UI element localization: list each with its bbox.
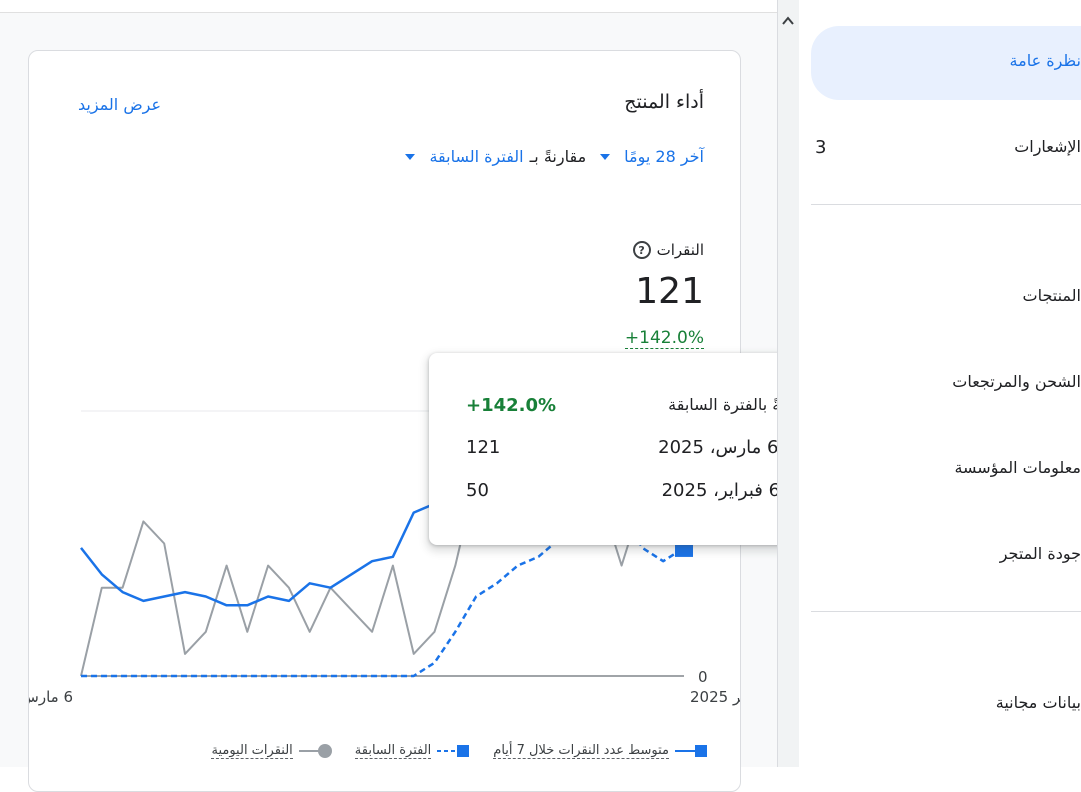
sidebar-item-products[interactable]: المنتجات	[1023, 286, 1081, 305]
sidebar-item-store-quality[interactable]: جودة المتجر	[1000, 544, 1081, 563]
chart-legend: متوسط عدد النقرات خلال 7 أيام الفترة الس…	[149, 743, 709, 759]
sidebar-item-overview-label[interactable]: نظرة عامة	[1010, 51, 1081, 70]
tooltip-value: +142.0%	[466, 395, 556, 416]
sidebar-item-business-info[interactable]: معلومات المؤسسة	[954, 458, 1081, 477]
sidebar-item-free-listings[interactable]: بيانات مجانية	[996, 693, 1081, 712]
y-axis-zero-label: 0	[698, 668, 708, 686]
sidebar-divider	[811, 204, 1081, 205]
x-axis-start-label: 7 فبراير 2025	[690, 688, 740, 706]
chevron-up-icon[interactable]	[781, 14, 795, 28]
gray-circle-line-icon	[299, 743, 333, 759]
sidebar-item-shipping-returns[interactable]: الشحن والمرتجعات	[952, 372, 1081, 391]
tooltip-value: 121	[466, 437, 500, 458]
notifications-count-badge: 3	[815, 137, 826, 158]
legend-item-7day-average[interactable]: متوسط عدد النقرات خلال 7 أيام	[493, 743, 709, 759]
legend-label: الفترة السابقة	[355, 743, 431, 759]
sidebar-scrollbar[interactable]	[777, 0, 800, 767]
legend-label: النقرات اليومية	[211, 743, 292, 759]
legend-label: متوسط عدد النقرات خلال 7 أيام	[493, 743, 669, 759]
blue-square-line-icon	[675, 744, 709, 758]
tooltip-value: 50	[466, 480, 489, 501]
sidebar-item-notifications[interactable]: الإشعارات	[1014, 137, 1081, 156]
blue-square-dashed-icon	[437, 744, 471, 758]
sidebar-divider	[811, 611, 1081, 612]
sidebar-nav: نظرة عامة الإشعارات 3 المنتجات الشحن وال…	[799, 0, 1081, 767]
x-axis-end-label: 6 مارس 2025	[29, 688, 73, 706]
legend-item-previous-period[interactable]: الفترة السابقة	[355, 743, 471, 759]
legend-item-daily-clicks[interactable]: النقرات اليومية	[211, 743, 332, 759]
